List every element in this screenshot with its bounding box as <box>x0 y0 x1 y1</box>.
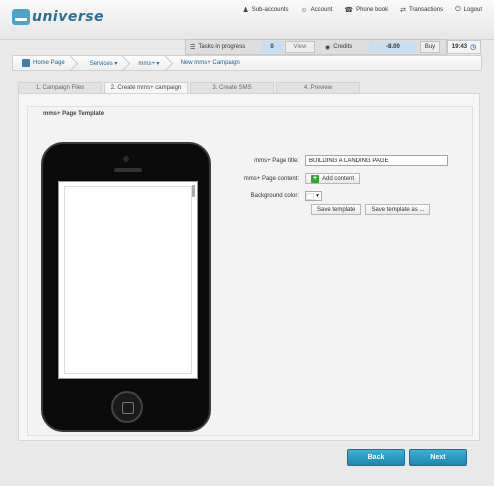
page-title-input[interactable] <box>305 155 448 166</box>
credits-label: Credits <box>333 44 353 50</box>
home-icon <box>22 59 30 67</box>
page-content-label: mms+ Page content: <box>243 175 299 182</box>
plus-icon: + <box>311 174 319 183</box>
tasks-count: 0 <box>261 41 283 53</box>
logo-text: universe <box>32 9 105 25</box>
phone-speaker-icon <box>114 168 142 172</box>
transactions-label: Transactions <box>408 7 444 13</box>
breadcrumb-mms[interactable]: mms+ ▾ <box>126 56 168 70</box>
background-color-row: Background color: ▼ <box>241 191 322 201</box>
tasks-in-progress: ☰ Tasks in progress <box>186 44 261 51</box>
logo-icon <box>12 9 30 25</box>
breadcrumb-home-label: Home Page <box>33 60 65 66</box>
phone-scrollbar[interactable] <box>192 185 195 197</box>
page-title-row: mms+ Page title: <box>241 155 448 166</box>
phone-camera-icon <box>123 156 129 162</box>
power-icon: ⏻ <box>455 6 461 13</box>
tasks-label: Tasks in progress <box>198 44 246 50</box>
next-button[interactable]: Next <box>409 449 467 466</box>
tab-preview[interactable]: 4. Preview <box>276 82 360 93</box>
background-color-picker[interactable]: ▼ <box>305 191 322 201</box>
phone-content-area[interactable] <box>64 186 192 374</box>
breadcrumb: Home Page Services ▾ mms+ ▾ New mms+ Cam… <box>12 55 482 71</box>
wizard-steps: 1. Campaign Files 2. Create mms+ campaig… <box>18 82 360 93</box>
add-content-label: Add content <box>322 175 355 182</box>
logout-label: Logout <box>463 7 482 13</box>
clock-icon: ◷ <box>470 44 477 51</box>
tab-campaign-files[interactable]: 1. Campaign Files <box>18 82 102 93</box>
list-icon: ☰ <box>190 44 196 51</box>
page-title-label: mms+ Page title: <box>254 157 299 164</box>
phone-screen[interactable] <box>58 181 198 379</box>
people-icon: ♟ <box>242 7 249 14</box>
tab-create-sms[interactable]: 3. Create SMS <box>190 82 274 93</box>
logout-link[interactable]: ⏻ Logout <box>455 6 482 14</box>
credits: ◉ Credits <box>321 44 365 51</box>
buy-credits-button[interactable]: Buy <box>420 41 440 53</box>
clock-time: 19:43 <box>451 44 468 50</box>
clock: 19:43 ◷ <box>447 40 481 54</box>
template-section: mms+ Page Template mms+ Page title: mms+… <box>27 106 473 436</box>
color-swatch <box>306 192 315 200</box>
save-template-as-button[interactable]: Save template as ... <box>365 204 431 215</box>
tab-create-mms-campaign[interactable]: 2. Create mms+ campaign <box>104 82 188 93</box>
transactions-icon: ⇄ <box>400 7 406 14</box>
phone-book-link[interactable]: ☎ Phone book <box>344 6 388 14</box>
sub-accounts-link[interactable]: ♟ Sub-accounts <box>243 6 289 14</box>
sub-accounts-label: Sub-accounts <box>251 7 289 13</box>
breadcrumb-home[interactable]: Home Page <box>13 56 74 70</box>
template-actions: Save template Save template as ... <box>311 204 434 215</box>
main-panel: mms+ Page Template mms+ Page title: mms+… <box>18 93 480 441</box>
credits-icon: ◉ <box>325 44 331 51</box>
account-link[interactable]: ☺ Account <box>300 6 332 14</box>
chevron-down-icon: ▼ <box>315 193 320 199</box>
user-icon: ☺ <box>300 6 308 14</box>
top-header: universe ♟ Sub-accounts ☺ Account ☎ Phon… <box>0 0 494 40</box>
phonebook-icon: ☎ <box>344 7 354 14</box>
transactions-link[interactable]: ⇄ Transactions <box>400 6 443 14</box>
page-content-row: mms+ Page content: + Add content <box>241 173 361 184</box>
logo[interactable]: universe <box>12 9 104 25</box>
back-button[interactable]: Back <box>347 449 405 466</box>
phone-book-label: Phone book <box>356 7 389 13</box>
credits-value: -8.00 <box>369 41 417 53</box>
add-content-button[interactable]: + Add content <box>305 173 361 184</box>
top-links: ♟ Sub-accounts ☺ Account ☎ Phone book ⇄ … <box>243 6 483 14</box>
background-color-label: Background color: <box>250 193 299 199</box>
phone-preview <box>41 142 211 432</box>
view-tasks-button[interactable]: View <box>285 41 315 53</box>
status-bar: ☰ Tasks in progress 0 View ◉ Credits -8.… <box>185 39 447 55</box>
account-label: Account <box>310 7 333 13</box>
phone-home-button-icon <box>111 391 143 423</box>
breadcrumb-services[interactable]: Services ▾ <box>74 56 127 70</box>
save-template-button[interactable]: Save template <box>311 204 362 215</box>
breadcrumb-current: New mms+ Campaign <box>180 60 240 66</box>
section-title: mms+ Page Template <box>40 111 108 117</box>
